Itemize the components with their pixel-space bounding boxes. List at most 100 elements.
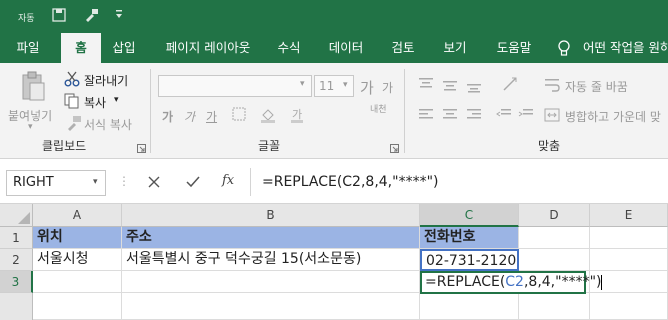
tell-me-search[interactable]: 어떤 작업을 원하: [583, 33, 668, 63]
font-family-dropdown-icon[interactable]: ▾: [300, 79, 305, 89]
cell-c2[interactable]: 02-731-2120: [420, 249, 519, 271]
italic-button[interactable]: 가: [184, 108, 195, 125]
cell-a2[interactable]: 서울시청: [33, 249, 122, 271]
align-middle-icon[interactable]: [442, 77, 458, 96]
enter-icon[interactable]: [186, 176, 200, 191]
align-center-icon[interactable]: [442, 107, 458, 126]
cut-button[interactable]: 잘라내기: [84, 72, 128, 89]
column-header-c[interactable]: C: [420, 204, 519, 227]
insert-function-button[interactable]: fx: [222, 173, 234, 188]
cell-c3-editing[interactable]: =REPLACE(C2,8,4,"****"): [420, 271, 603, 294]
customize-qa-icon[interactable]: [114, 9, 124, 23]
cancel-icon[interactable]: [148, 176, 160, 191]
cell-e4[interactable]: [590, 293, 668, 320]
phonetic-button[interactable]: 내천: [370, 105, 387, 115]
paste-dropdown-icon[interactable]: ▾: [28, 122, 33, 132]
cell-b3[interactable]: [122, 271, 420, 293]
row-header-empty: [0, 293, 33, 320]
format-painter-qa-icon[interactable]: [84, 8, 100, 25]
save-icon[interactable]: [52, 8, 66, 25]
clipboard-group-label: 클립보드: [42, 139, 87, 153]
formula-input[interactable]: =REPLACE(C2,8,4,"****"): [252, 170, 668, 196]
cell-d4[interactable]: [519, 293, 590, 320]
name-box[interactable]: RIGHT ▾: [6, 170, 106, 196]
ribbon-tabs: 파일 홈 삽입 페이지 레이아웃 수식 데이터 검토 보기 도움말 어떤 작업을…: [0, 33, 668, 63]
cell-e1[interactable]: [590, 227, 668, 249]
align-bottom-icon[interactable]: [466, 77, 482, 96]
column-header-a[interactable]: A: [33, 204, 122, 227]
underline-button[interactable]: 가: [206, 108, 217, 125]
orientation-icon[interactable]: [502, 75, 520, 96]
cell-c4[interactable]: [420, 293, 519, 320]
cell-b2[interactable]: 서울특별시 중구 덕수궁길 15(서소문동): [122, 249, 420, 271]
cell-b1[interactable]: 주소: [122, 227, 420, 249]
shrink-font-button[interactable]: 가: [382, 79, 393, 96]
wrap-text-icon[interactable]: [544, 77, 560, 96]
name-box-dropdown-icon[interactable]: ▾: [93, 177, 98, 187]
borders-icon[interactable]: [232, 107, 246, 124]
column-header-e[interactable]: E: [590, 204, 668, 227]
merge-center-button[interactable]: 병합하고 가운데 맞: [565, 108, 661, 125]
wrap-text-button[interactable]: 자동 줄 바꿈: [565, 78, 628, 95]
decrease-indent-icon[interactable]: [496, 107, 512, 126]
font-family-select[interactable]: [158, 75, 312, 97]
cell-a4[interactable]: [33, 293, 122, 320]
font-size-select[interactable]: 11 ▾: [314, 75, 354, 97]
copy-dropdown-icon[interactable]: ▾: [114, 95, 119, 105]
cell-e2[interactable]: [590, 249, 668, 271]
alignment-group-label: 맞춤: [538, 139, 561, 153]
format-painter-button[interactable]: 서식 복사: [84, 116, 132, 133]
cell-b4[interactable]: [122, 293, 420, 320]
tab-review[interactable]: 검토: [382, 33, 424, 63]
align-right-icon[interactable]: [466, 107, 482, 126]
autosave-label[interactable]: 자동: [18, 11, 35, 24]
separator: [250, 168, 251, 196]
font-size-value: 11: [319, 79, 335, 93]
bold-button[interactable]: 가: [162, 108, 173, 125]
copy-button[interactable]: 복사: [84, 94, 106, 111]
tab-view[interactable]: 보기: [434, 33, 476, 63]
column-header-d[interactable]: D: [519, 204, 590, 227]
scissors-icon[interactable]: [64, 71, 80, 90]
increase-indent-icon[interactable]: [518, 107, 534, 126]
cell-a1[interactable]: 위치: [33, 227, 122, 249]
cell-d2[interactable]: [519, 249, 590, 271]
font-launcher-icon[interactable]: [390, 142, 399, 156]
row-header-1[interactable]: 1: [0, 227, 33, 249]
grow-font-button[interactable]: 가: [360, 77, 374, 98]
formula-prefix: =REPLACE(: [425, 274, 506, 290]
clipboard-launcher-icon[interactable]: [137, 142, 146, 156]
tab-formulas[interactable]: 수식: [268, 33, 310, 63]
lightbulb-icon[interactable]: [557, 40, 571, 60]
title-bar: 자동: [0, 0, 668, 33]
tab-home[interactable]: 홈: [61, 33, 101, 63]
tab-file[interactable]: 파일: [3, 33, 53, 63]
align-top-icon[interactable]: [418, 77, 434, 96]
ribbon-home: 붙여넣기 ▾ 잘라내기 복사 ▾ 서식 복사 클립보드 ▾ 11 ▾ 가 가 가…: [0, 63, 668, 159]
tab-insert[interactable]: 삽입: [103, 33, 145, 63]
paste-icon[interactable]: [20, 71, 46, 104]
font-group-label: 글꼴: [258, 139, 281, 153]
formula-suffix: ,8,4,"****"): [523, 274, 602, 290]
row-header-3[interactable]: 3: [0, 271, 33, 293]
tab-data[interactable]: 데이터: [320, 33, 372, 63]
row-header-2[interactable]: 2: [0, 249, 33, 271]
name-box-value: RIGHT: [13, 175, 54, 190]
separator: [150, 69, 151, 153]
formula-bar-grip-icon[interactable]: ⋮: [118, 174, 130, 188]
cell-c1[interactable]: 전화번호: [420, 227, 519, 249]
font-color-icon[interactable]: 가: [290, 107, 304, 126]
align-left-icon[interactable]: [418, 107, 434, 126]
cell-d1[interactable]: [519, 227, 590, 249]
fill-color-icon[interactable]: [260, 107, 276, 126]
format-painter-icon[interactable]: [66, 115, 82, 134]
merge-center-icon[interactable]: [544, 107, 560, 126]
cell-a3[interactable]: [33, 271, 122, 293]
tab-page-layout[interactable]: 페이지 레이아웃: [152, 33, 264, 63]
separator: [404, 69, 405, 153]
select-all-corner[interactable]: [0, 204, 33, 227]
svg-text:가: 가: [292, 108, 302, 121]
tab-help[interactable]: 도움말: [486, 33, 542, 63]
copy-icon[interactable]: [64, 93, 80, 112]
column-header-b[interactable]: B: [122, 204, 420, 227]
